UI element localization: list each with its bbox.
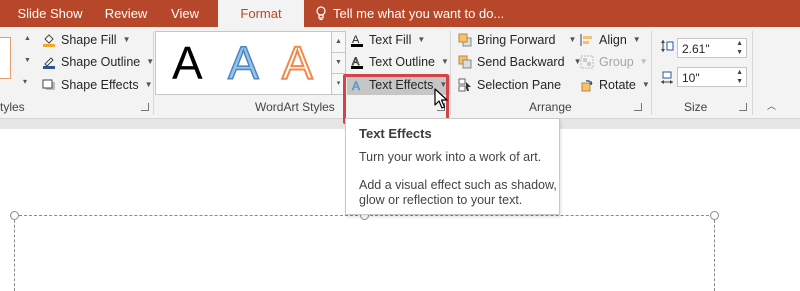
- spin-down-icon[interactable]: ▼: [736, 49, 743, 57]
- text-outline-icon: A: [350, 55, 364, 69]
- rotate-label: Rotate: [599, 78, 636, 92]
- send-backward-button[interactable]: Send Backward ▼: [458, 52, 581, 72]
- spin-up-icon[interactable]: ▲: [736, 40, 743, 48]
- ribbon-tab-bar: Slide Show Review View Format Tell me wh…: [0, 0, 800, 28]
- group-label-shape-styles: tyles: [0, 100, 25, 114]
- shape-style-scroll-down[interactable]: ▼: [24, 57, 31, 64]
- shape-fill-button[interactable]: Shape Fill ▼: [42, 30, 131, 50]
- chevron-down-icon: ▼: [568, 35, 577, 44]
- spin-down-icon[interactable]: ▼: [736, 78, 743, 86]
- shape-fill-label: Shape Fill: [61, 33, 117, 47]
- gallery-scroll-down[interactable]: ▼: [331, 52, 346, 74]
- shape-effects-label: Shape Effects: [61, 78, 139, 92]
- selection-pane-button[interactable]: Selection Pane: [458, 75, 561, 95]
- chevron-down-icon: ▼: [632, 35, 641, 44]
- group-label-arrange: Arrange: [529, 100, 572, 114]
- shape-effects-icon: [42, 78, 56, 92]
- gallery-scroll-up[interactable]: ▲: [331, 31, 346, 53]
- tooltip-detail-line-1: Add a visual effect such as shadow,: [359, 178, 557, 192]
- shape-styles-launcher-icon[interactable]: [141, 103, 149, 111]
- pencil-icon: [42, 55, 56, 69]
- chevron-down-icon: ▼: [144, 80, 153, 89]
- text-fill-label: Text Fill: [369, 33, 412, 47]
- chevron-down-icon: ▼: [639, 57, 648, 66]
- send-backward-icon: [458, 55, 472, 69]
- align-icon: [580, 33, 594, 47]
- shape-height-input[interactable]: 2.61" ▲ ▼: [677, 38, 747, 58]
- bring-forward-icon: [458, 33, 472, 47]
- tab-format[interactable]: Format: [218, 0, 304, 28]
- paint-bucket-icon: [42, 33, 56, 47]
- selection-border-right: [714, 215, 715, 291]
- group-label-size: Size: [684, 100, 708, 114]
- bring-forward-button[interactable]: Bring Forward ▼: [458, 30, 576, 50]
- shape-height-value: 2.61": [682, 42, 710, 56]
- tab-review[interactable]: Review: [100, 0, 152, 27]
- text-effects-tooltip: Text Effects Turn your work into a work …: [345, 118, 560, 215]
- rotate-icon: [580, 78, 594, 92]
- divider: [450, 31, 451, 115]
- resize-handle-top-left[interactable]: [10, 211, 19, 220]
- align-label: Align: [599, 33, 627, 47]
- divider: [752, 31, 753, 115]
- shape-width-value: 10": [682, 71, 700, 85]
- tab-view[interactable]: View: [152, 0, 218, 27]
- chevron-down-icon: ▼: [441, 57, 449, 66]
- group-button[interactable]: Group ▼: [580, 52, 648, 72]
- tooltip-detail-line-2: glow or reflection to your text.: [359, 193, 523, 207]
- tab-slide-show[interactable]: Slide Show: [0, 0, 100, 27]
- size-launcher-icon[interactable]: [739, 103, 747, 111]
- tell-me-search[interactable]: Tell me what you want to do...: [315, 0, 504, 27]
- chevron-down-icon: ▼: [122, 35, 131, 44]
- text-fill-button[interactable]: A Text Fill ▼: [350, 30, 425, 50]
- selection-border-left: [14, 215, 15, 291]
- bring-forward-label: Bring Forward: [477, 33, 556, 47]
- tell-me-text: Tell me what you want to do...: [333, 6, 505, 21]
- rotate-button[interactable]: Rotate ▼: [580, 75, 650, 95]
- shape-effects-button[interactable]: Shape Effects ▼: [42, 75, 153, 95]
- wordart-style-orange-outline[interactable]: A: [281, 37, 314, 89]
- group-icon: [580, 55, 594, 69]
- shape-width-input[interactable]: 10" ▲ ▼: [677, 67, 747, 87]
- group-label: Group: [599, 55, 634, 69]
- shape-style-preview[interactable]: [0, 37, 11, 79]
- text-fill-icon: A: [350, 33, 364, 47]
- wordart-style-blue[interactable]: A: [227, 37, 259, 89]
- shape-width-icon: [660, 70, 674, 84]
- collapse-ribbon-icon[interactable]: ︿: [767, 99, 776, 112]
- tooltip-description: Turn your work into a work of art.: [359, 150, 542, 164]
- chevron-down-icon: ▼: [417, 35, 426, 44]
- text-outline-button[interactable]: A Text Outline ▼: [350, 52, 449, 72]
- wordart-style-black[interactable]: A: [172, 38, 203, 88]
- tooltip-title: Text Effects: [359, 126, 432, 141]
- align-button[interactable]: Align ▼: [580, 30, 641, 50]
- shape-outline-label: Shape Outline: [61, 55, 141, 69]
- mouse-cursor-icon: [434, 88, 448, 109]
- divider: [651, 31, 652, 115]
- wordart-gallery[interactable]: A A A: [155, 31, 332, 95]
- shape-outline-button[interactable]: Shape Outline ▼: [42, 52, 154, 72]
- group-label-wordart-styles: WordArt Styles: [255, 100, 335, 114]
- send-backward-label: Send Backward: [477, 55, 565, 69]
- text-outline-label: Text Outline: [369, 55, 436, 69]
- arrange-launcher-icon[interactable]: [634, 103, 642, 111]
- divider: [153, 31, 154, 115]
- selection-pane-icon: [458, 78, 472, 92]
- selection-pane-label: Selection Pane: [477, 78, 562, 92]
- shape-style-more[interactable]: ▾: [23, 77, 27, 86]
- lightbulb-icon: [316, 6, 326, 21]
- chevron-down-icon: ▼: [641, 80, 650, 89]
- shape-style-scroll-up[interactable]: ▲: [24, 35, 31, 42]
- spin-up-icon[interactable]: ▲: [736, 69, 743, 77]
- resize-handle-top-right[interactable]: [710, 211, 719, 220]
- shape-height-icon: [660, 39, 674, 53]
